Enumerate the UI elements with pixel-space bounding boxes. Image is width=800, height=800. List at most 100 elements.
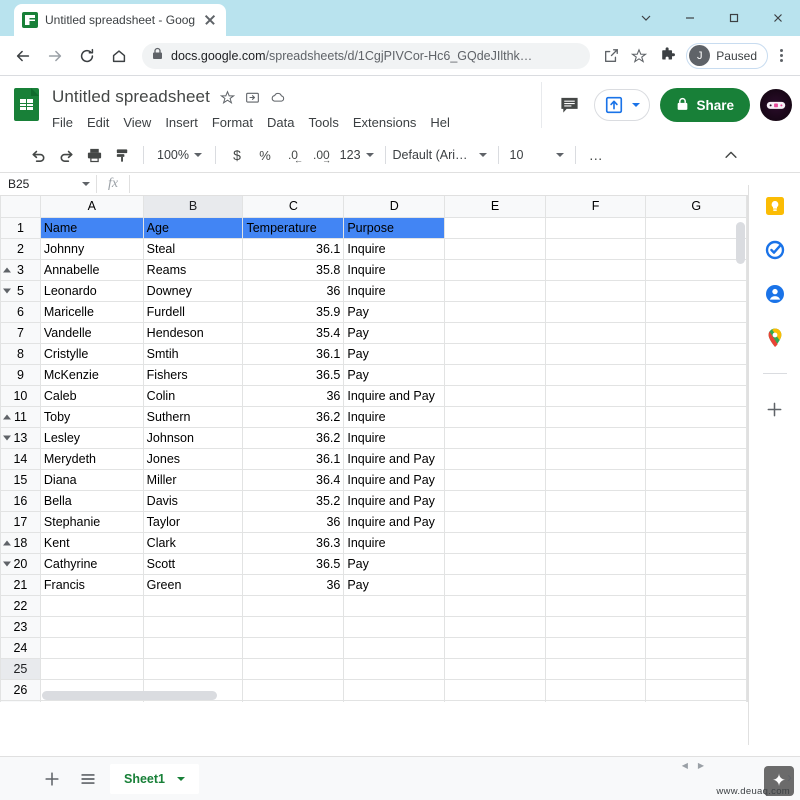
expand-panel-icon[interactable]: › bbox=[787, 769, 792, 786]
row-header-13[interactable]: 13 bbox=[0, 426, 41, 449]
cell-G1[interactable] bbox=[645, 216, 747, 239]
cell-E22[interactable] bbox=[444, 594, 546, 617]
present-to-meet-button[interactable] bbox=[594, 89, 651, 121]
col-header-g[interactable]: G bbox=[645, 196, 747, 218]
cell-A27[interactable] bbox=[39, 699, 144, 702]
cell-F15[interactable] bbox=[544, 468, 647, 491]
cell-D6[interactable]: Pay bbox=[343, 300, 446, 323]
cell-D15[interactable]: Inquire and Pay bbox=[343, 468, 446, 491]
cell-G25[interactable] bbox=[645, 657, 747, 680]
cell-B7[interactable]: Hendeson bbox=[142, 321, 244, 344]
col-header-b[interactable]: B bbox=[142, 196, 244, 218]
home-icon[interactable] bbox=[104, 41, 134, 71]
cell-D10[interactable]: Inquire and Pay bbox=[343, 384, 446, 407]
row-header-15[interactable]: 15 bbox=[0, 468, 41, 491]
cell-D3[interactable]: Inquire bbox=[343, 258, 446, 281]
move-to-folder-icon[interactable] bbox=[245, 90, 260, 105]
row-header-14[interactable]: 14 bbox=[0, 447, 41, 470]
cell-C17[interactable]: 36 bbox=[242, 510, 345, 533]
menu-format[interactable]: Format bbox=[212, 115, 253, 130]
cloud-saved-icon[interactable] bbox=[270, 90, 286, 105]
cell-C9[interactable]: 36.5 bbox=[242, 363, 345, 386]
cell-B21[interactable]: Green bbox=[142, 573, 244, 596]
cell-C2[interactable]: 36.1 bbox=[242, 237, 345, 260]
menu-data[interactable]: Data bbox=[267, 115, 294, 130]
chevron-down-icon[interactable] bbox=[624, 0, 668, 36]
row-header-17[interactable]: 17 bbox=[0, 510, 41, 533]
cell-C25[interactable] bbox=[242, 657, 345, 680]
cell-C18[interactable]: 36.3 bbox=[242, 531, 345, 554]
cell-A10[interactable]: Caleb bbox=[39, 384, 144, 407]
forward-icon[interactable] bbox=[40, 41, 70, 71]
name-box[interactable]: B25 bbox=[0, 172, 96, 196]
row-header-7[interactable]: 7 bbox=[0, 321, 41, 344]
cell-F25[interactable] bbox=[544, 657, 647, 680]
back-icon[interactable] bbox=[8, 41, 38, 71]
cell-F3[interactable] bbox=[544, 258, 647, 281]
cell-E18[interactable] bbox=[444, 531, 546, 554]
cell-G9[interactable] bbox=[645, 363, 747, 386]
col-header-a[interactable]: A bbox=[39, 196, 144, 218]
increase-decimal-button[interactable]: .00 → bbox=[307, 141, 336, 169]
cell-B23[interactable] bbox=[142, 615, 244, 638]
cell-B14[interactable]: Jones bbox=[142, 447, 244, 470]
cell-A1[interactable]: Name bbox=[39, 216, 144, 239]
cell-A24[interactable] bbox=[39, 636, 144, 659]
cell-A23[interactable] bbox=[39, 615, 144, 638]
cell-D18[interactable]: Inquire bbox=[343, 531, 446, 554]
spreadsheet-grid[interactable]: A B C D E F G 1 Name Age Temperature Purpose… bbox=[0, 196, 748, 702]
cell-C5[interactable]: 36 bbox=[242, 279, 345, 302]
cell-G27[interactable] bbox=[645, 699, 747, 702]
cell-G20[interactable] bbox=[645, 552, 747, 575]
cell-D11[interactable]: Inquire bbox=[343, 405, 446, 428]
cell-D8[interactable]: Pay bbox=[343, 342, 446, 365]
row-header-26[interactable]: 26 bbox=[0, 678, 41, 701]
font-select[interactable]: Default (Ari… bbox=[393, 148, 491, 162]
cell-D16[interactable]: Inquire and Pay bbox=[343, 489, 446, 512]
cell-F6[interactable] bbox=[544, 300, 647, 323]
cell-G21[interactable] bbox=[645, 573, 747, 596]
star-icon[interactable] bbox=[219, 89, 235, 105]
cell-E25[interactable] bbox=[444, 657, 546, 680]
redo-icon[interactable] bbox=[52, 141, 80, 169]
menu-insert[interactable]: Insert bbox=[165, 115, 198, 130]
maps-icon[interactable] bbox=[762, 325, 788, 351]
cell-F23[interactable] bbox=[544, 615, 647, 638]
cell-D2[interactable]: Inquire bbox=[343, 237, 446, 260]
cell-E5[interactable] bbox=[444, 279, 546, 302]
cell-A18[interactable]: Kent bbox=[39, 531, 144, 554]
address-bar[interactable]: docs.google.com/spreadsheets/d/1CgjPIVCo… bbox=[142, 42, 591, 69]
cell-B6[interactable]: Furdell bbox=[142, 300, 244, 323]
cell-A6[interactable]: Maricelle bbox=[39, 300, 144, 323]
cell-A8[interactable]: Cristylle bbox=[39, 342, 144, 365]
add-sheet-icon[interactable] bbox=[38, 765, 66, 793]
cell-A14[interactable]: Merydeth bbox=[39, 447, 144, 470]
cell-G16[interactable] bbox=[645, 489, 747, 512]
expand-rows-down-icon[interactable] bbox=[3, 435, 11, 440]
tab-close-icon[interactable] bbox=[202, 12, 218, 28]
scroll-right-arrow-icon[interactable]: ▶ bbox=[698, 761, 704, 770]
cell-B25[interactable] bbox=[142, 657, 244, 680]
cell-F22[interactable] bbox=[544, 594, 647, 617]
cell-E10[interactable] bbox=[444, 384, 546, 407]
vertical-scrollbar[interactable] bbox=[736, 220, 745, 700]
cell-E9[interactable] bbox=[444, 363, 546, 386]
cell-C15[interactable]: 36.4 bbox=[242, 468, 345, 491]
cell-G2[interactable] bbox=[645, 237, 747, 260]
cell-B5[interactable]: Downey bbox=[142, 279, 244, 302]
cell-D20[interactable]: Pay bbox=[343, 552, 446, 575]
row-header-24[interactable]: 24 bbox=[0, 636, 41, 659]
cell-C13[interactable]: 36.2 bbox=[242, 426, 345, 449]
cell-F13[interactable] bbox=[544, 426, 647, 449]
cell-B16[interactable]: Davis bbox=[142, 489, 244, 512]
cell-C27[interactable] bbox=[242, 699, 345, 702]
cell-F20[interactable] bbox=[544, 552, 647, 575]
menu-edit[interactable]: Edit bbox=[87, 115, 109, 130]
cell-A5[interactable]: Leonardo bbox=[39, 279, 144, 302]
row-header-5[interactable]: 5 bbox=[0, 279, 41, 302]
print-icon[interactable] bbox=[80, 141, 108, 169]
menu-tools[interactable]: Tools bbox=[308, 115, 338, 130]
cell-A16[interactable]: Bella bbox=[39, 489, 144, 512]
cell-F7[interactable] bbox=[544, 321, 647, 344]
cell-E20[interactable] bbox=[444, 552, 546, 575]
